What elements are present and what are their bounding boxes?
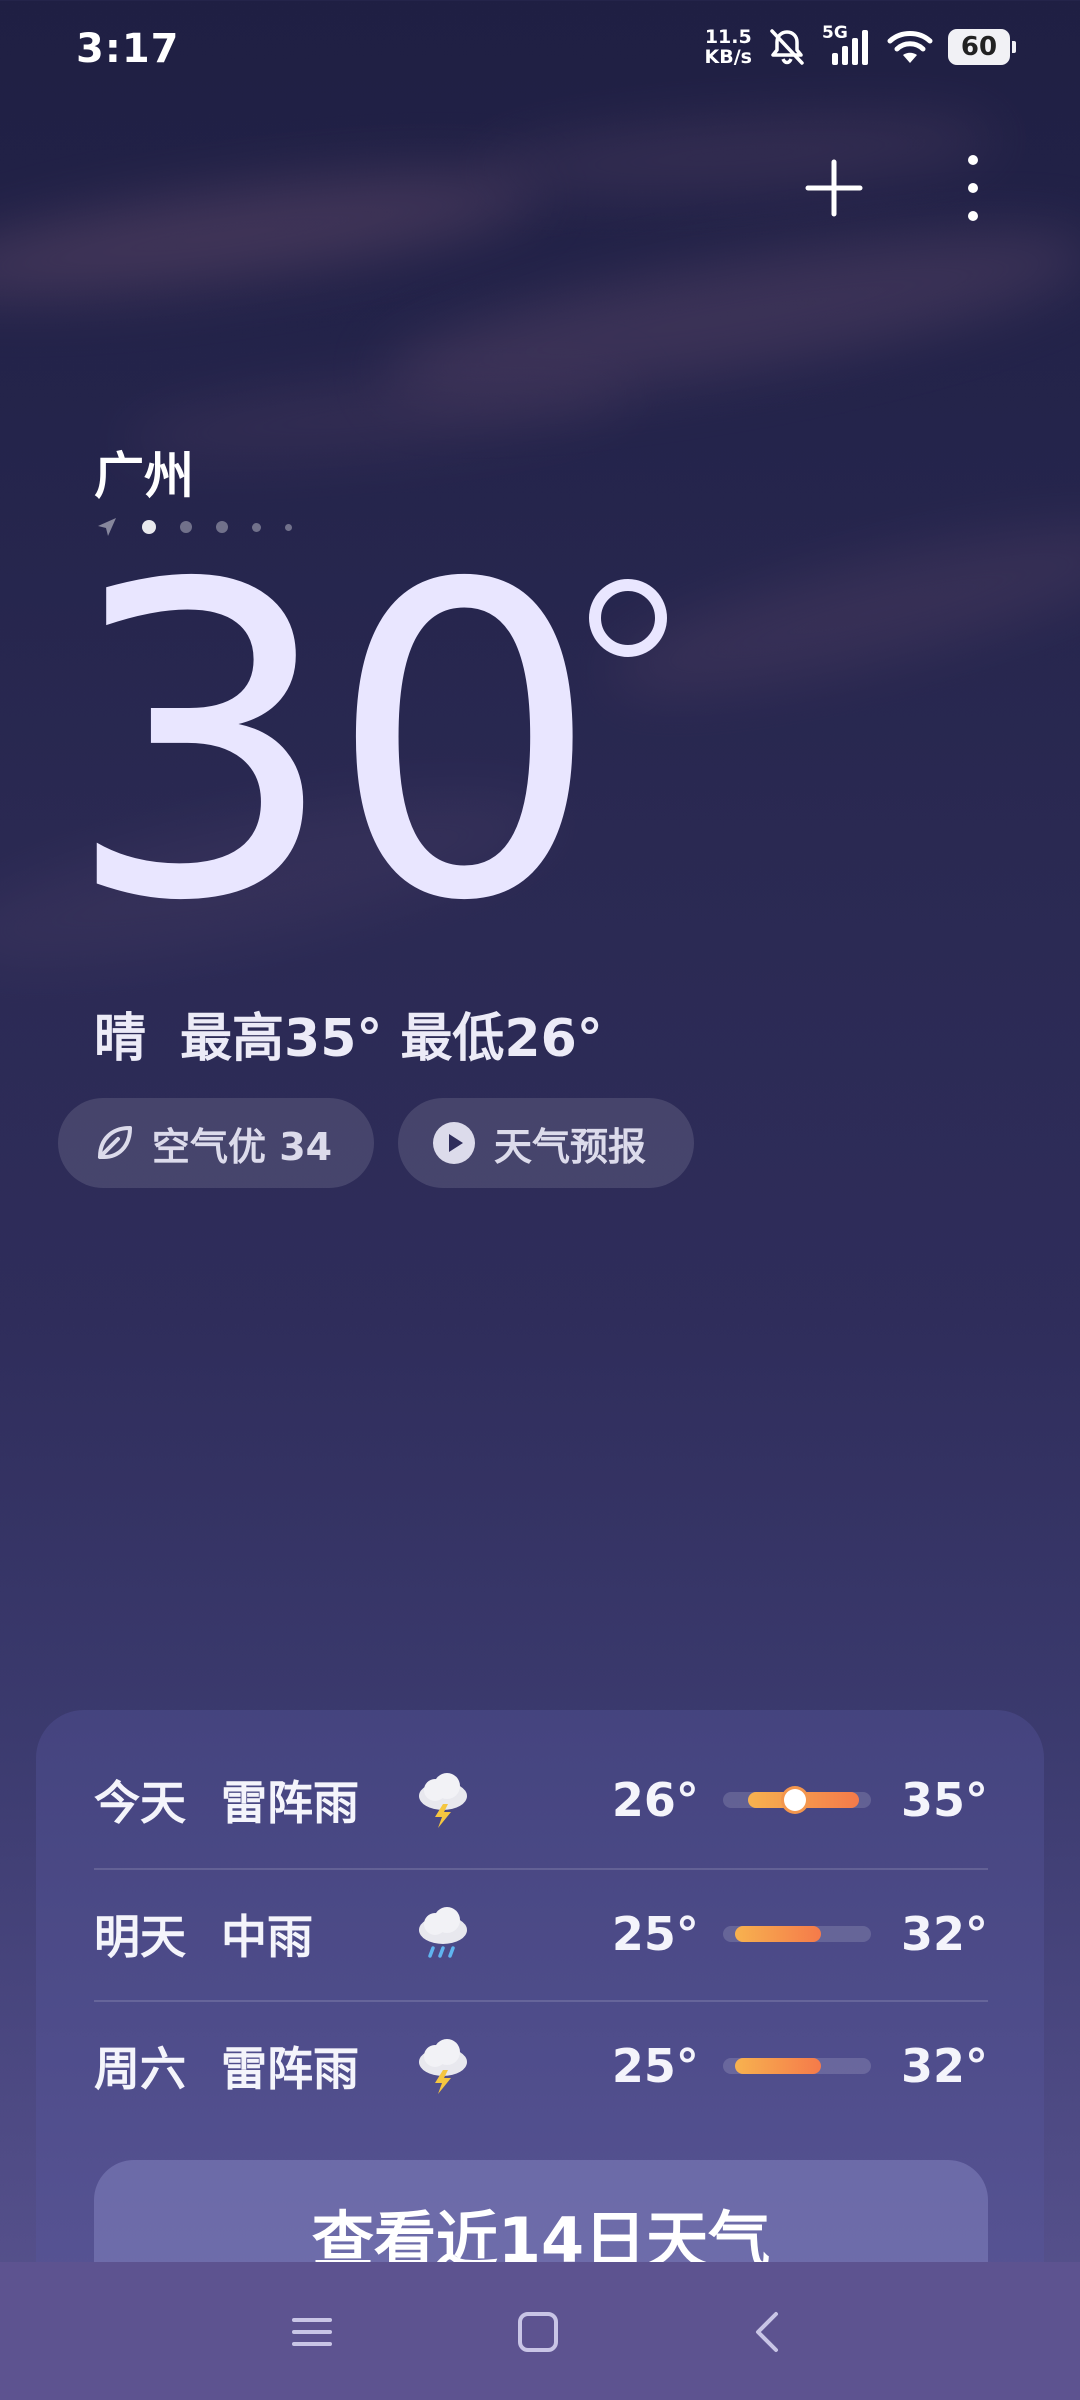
system-navigation-bar [0, 2262, 1080, 2400]
forecast-high: 35° [900, 1773, 988, 1827]
thunderstorm-icon [413, 1770, 500, 1830]
cloud-decoration [478, 101, 1002, 209]
temperature-range-bar [722, 1926, 871, 1942]
today-low: 最低26° [400, 1009, 603, 1069]
forecast-low: 26° [611, 1773, 699, 1827]
weather-forecast-video-chip[interactable]: 天气预报 [398, 1098, 694, 1188]
forecast-condition: 雷阵雨 [220, 1776, 359, 1830]
forecast-day: 周六 [94, 2042, 186, 2096]
more-options-button[interactable] [948, 150, 998, 226]
status-time: 3:17 [76, 26, 180, 72]
forecast-row-saturday[interactable]: 周六 雷阵雨 25° 32° [94, 2000, 988, 2132]
temperature-range-bar [722, 2058, 871, 2074]
weather-forecast-video-label: 天气预报 [494, 1124, 647, 1169]
network-speed: 11.5 KB/s [705, 27, 752, 67]
play-icon [432, 1121, 476, 1165]
thunderstorm-icon [413, 2036, 500, 2096]
forecast-low: 25° [611, 2039, 699, 2093]
temperature-range-bar [722, 1789, 871, 1811]
plus-icon [805, 159, 863, 217]
more-vertical-icon [968, 155, 978, 221]
current-temperature: 30 [64, 495, 601, 995]
forecast-condition: 中雨 [220, 1910, 313, 1964]
recent-apps-button[interactable] [282, 2302, 342, 2362]
cloud-decoration [117, 353, 643, 477]
forecast-high: 32° [900, 2039, 988, 2093]
forecast-condition: 雷阵雨 [220, 2042, 359, 2096]
wifi-icon [886, 27, 934, 67]
leaf-icon [94, 1123, 134, 1163]
forecast-high: 32° [900, 1907, 988, 1961]
air-quality-chip[interactable]: 空气优 34 [58, 1098, 374, 1188]
status-icons: 11.5 KB/s 5G 60 [705, 23, 1016, 68]
current-condition-line: 晴 最高35° 最低26° [94, 996, 603, 1071]
today-high: 最高35° [180, 1009, 383, 1069]
home-button[interactable] [508, 2302, 568, 2362]
current-condition: 晴 [94, 1009, 147, 1069]
cloud-decoration [0, 147, 544, 323]
degree-symbol-icon [589, 579, 667, 657]
menu-icon [292, 2318, 332, 2346]
temperature-range-fill [734, 2058, 821, 2074]
home-square-icon [518, 2312, 558, 2352]
cloud-decoration [375, 198, 1080, 432]
status-bar: 3:17 11.5 KB/s 5G 60 [0, 0, 1080, 100]
network-speed-unit: KB/s [704, 46, 752, 68]
back-chevron-icon [756, 2312, 778, 2352]
air-quality-label: 空气优 34 [152, 1124, 333, 1169]
forecast-low: 25° [611, 1907, 699, 1961]
network-type-label: 5G [822, 23, 848, 43]
forecast-day: 今天 [94, 1776, 186, 1830]
network-speed-value: 11.5 [704, 26, 752, 48]
temperature-range-fill [734, 1926, 821, 1942]
cellular-signal-icon: 5G [822, 23, 872, 67]
forecast-row-today[interactable]: 今天 雷阵雨 26° 35° [94, 1734, 988, 1866]
battery-indicator: 60 [948, 29, 1016, 65]
back-button[interactable] [738, 2302, 798, 2362]
forecast-row-tomorrow[interactable]: 明天 中雨 25° 32° [94, 1868, 988, 2000]
mute-bell-icon [766, 26, 808, 68]
forecast-day: 明天 [94, 1910, 186, 1964]
rain-icon [413, 1904, 500, 1964]
add-city-button[interactable] [802, 156, 866, 220]
